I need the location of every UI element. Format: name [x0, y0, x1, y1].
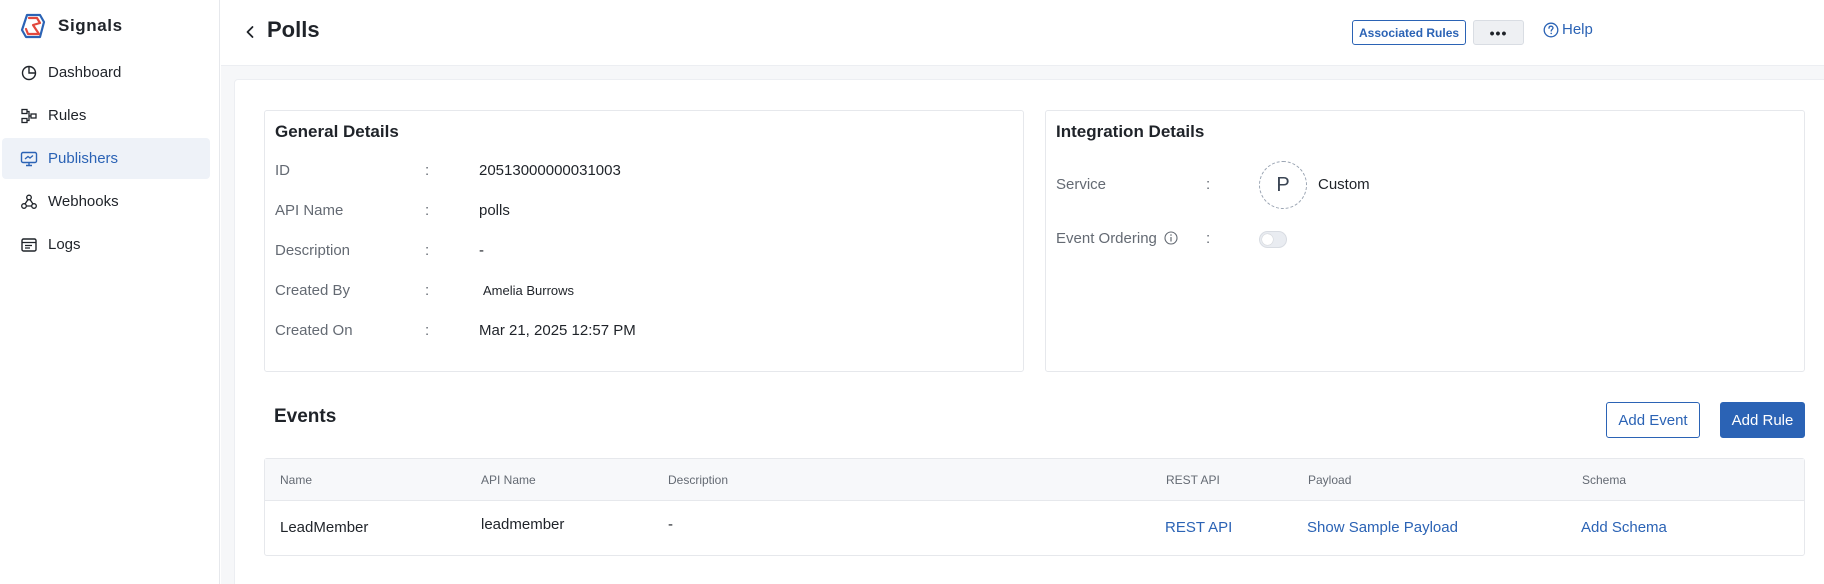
api-name-label: API Name — [275, 202, 344, 219]
api-name-value: polls — [479, 202, 510, 219]
help-link[interactable]: Help — [1543, 21, 1593, 38]
toggle-knob — [1262, 234, 1273, 245]
integration-details-panel: Integration Details Service : P Custom E… — [1045, 110, 1805, 372]
brand[interactable]: Signals — [18, 10, 123, 42]
add-rule-button[interactable]: Add Rule — [1720, 402, 1805, 438]
description-value: - — [479, 242, 484, 259]
back-arrow-icon[interactable] — [243, 24, 257, 40]
column-header-api-name: API Name — [481, 473, 536, 487]
help-circle-icon — [1543, 22, 1559, 37]
sidebar: Signals Dashboard Rules Publishers Webho… — [0, 0, 220, 584]
sidebar-item-label: Publishers — [48, 150, 119, 167]
id-value: 20513000000031003 — [479, 162, 621, 179]
rules-icon — [20, 107, 38, 125]
sidebar-nav: Dashboard Rules Publishers Webhooks Logs — [0, 52, 220, 267]
show-sample-payload-link[interactable]: Show Sample Payload — [1307, 519, 1458, 536]
event-description-cell: - — [668, 516, 673, 533]
sidebar-item-label: Webhooks — [48, 193, 119, 210]
events-table: Name API Name Description REST API Paylo… — [264, 458, 1805, 556]
associated-rules-button[interactable]: Associated Rules — [1352, 20, 1467, 45]
add-event-button[interactable]: Add Event — [1606, 402, 1700, 438]
sidebar-item-label: Logs — [48, 236, 81, 253]
publishers-icon — [20, 150, 38, 168]
event-name-cell: LeadMember — [280, 519, 369, 536]
created-by-label: Created By — [275, 282, 351, 299]
events-title: Events — [274, 406, 337, 427]
created-on-label: Created On — [275, 322, 353, 339]
sidebar-item-label: Dashboard — [48, 64, 122, 81]
created-on-value: Mar 21, 2025 12:57 PM — [479, 322, 636, 339]
id-label: ID — [275, 162, 290, 179]
event-api-name-cell: leadmember — [481, 516, 565, 533]
service-label: Service — [1056, 176, 1107, 193]
sidebar-item-dashboard[interactable]: Dashboard — [2, 52, 210, 93]
api-name-separator: : — [425, 202, 430, 219]
service-value: Custom — [1318, 176, 1370, 193]
more-options-button[interactable]: ••• — [1473, 20, 1524, 45]
description-label: Description — [275, 242, 351, 259]
sidebar-item-rules[interactable]: Rules — [2, 95, 210, 136]
service-separator: : — [1206, 176, 1211, 193]
column-header-payload: Payload — [1308, 473, 1352, 487]
integration-details-title: Integration Details — [1056, 122, 1205, 141]
created-on-separator: : — [425, 322, 430, 339]
sidebar-item-webhooks[interactable]: Webhooks — [2, 181, 210, 222]
app-name: Signals — [58, 16, 123, 35]
webhooks-icon — [20, 193, 38, 211]
event-ordering-text: Event Ordering — [1056, 230, 1157, 247]
general-details-panel: General Details ID : 20513000000031003 A… — [264, 110, 1024, 372]
event-ordering-separator: : — [1206, 230, 1211, 247]
page-title: Polls — [267, 17, 320, 42]
logs-icon — [20, 236, 38, 254]
column-header-rest-api: REST API — [1166, 473, 1220, 487]
event-ordering-label: Event Ordering — [1056, 230, 1178, 247]
info-icon[interactable] — [1164, 231, 1178, 245]
column-header-schema: Schema — [1582, 473, 1627, 487]
general-details-title: General Details — [275, 122, 399, 141]
dashboard-icon — [20, 64, 38, 82]
created-by-separator: : — [425, 282, 430, 299]
description-separator: : — [425, 242, 430, 259]
id-separator: : — [425, 162, 430, 179]
sidebar-item-publishers[interactable]: Publishers — [2, 138, 210, 179]
event-ordering-toggle[interactable] — [1259, 231, 1287, 248]
service-avatar: P — [1259, 161, 1307, 209]
table-header: Name API Name Description REST API Paylo… — [265, 459, 1804, 501]
created-by-value: Amelia Burrows — [483, 283, 575, 298]
column-header-description: Description — [668, 473, 729, 487]
help-label: Help — [1562, 21, 1593, 38]
sidebar-item-label: Rules — [48, 107, 87, 124]
sidebar-item-logs[interactable]: Logs — [2, 224, 210, 265]
rest-api-link[interactable]: REST API — [1165, 519, 1232, 536]
column-header-name: Name — [280, 473, 313, 487]
add-schema-link[interactable]: Add Schema — [1581, 519, 1667, 536]
signals-logo-icon — [20, 13, 46, 39]
